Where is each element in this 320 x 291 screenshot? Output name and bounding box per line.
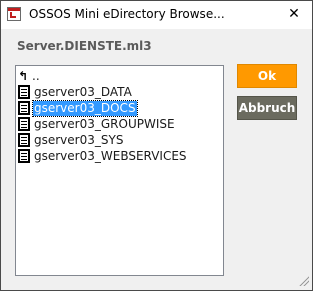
up-folder-icon: ↰ bbox=[18, 69, 29, 83]
close-button[interactable]: ✕ bbox=[283, 5, 305, 23]
dialog-window: OSSOS Mini eDirectory Browse... ✕ Server… bbox=[0, 0, 313, 291]
cancel-button[interactable]: Abbruch bbox=[237, 96, 297, 120]
volume-icon bbox=[18, 149, 30, 163]
list-item-selected[interactable]: gserver03_DOCS bbox=[18, 99, 138, 117]
ok-button[interactable]: Ok bbox=[237, 64, 297, 88]
list-item-label: gserver03_WEBSERVICES bbox=[34, 148, 187, 163]
list-item[interactable]: gserver03_WEBSERVICES bbox=[18, 148, 188, 164]
volume-icon bbox=[18, 133, 30, 147]
volume-icon bbox=[18, 101, 30, 115]
resize-grip[interactable] bbox=[297, 274, 309, 286]
list-item-label: gserver03_DOCS bbox=[32, 99, 138, 117]
list-item[interactable]: gserver03_SYS bbox=[18, 132, 124, 148]
app-icon bbox=[7, 7, 21, 21]
list-item-label: .. bbox=[32, 68, 40, 83]
directory-listbox[interactable]: ↰ .. gserver03_DATA gserver03_DOCS gserv… bbox=[15, 65, 224, 276]
list-item[interactable]: gserver03_GROUPWISE bbox=[18, 116, 176, 132]
list-item-label: gserver03_DATA bbox=[34, 84, 132, 99]
list-item-parent[interactable]: ↰ .. bbox=[18, 68, 41, 84]
title-bar[interactable]: OSSOS Mini eDirectory Browse... ✕ bbox=[1, 1, 312, 29]
window-title: OSSOS Mini eDirectory Browse... bbox=[29, 7, 225, 21]
list-item-label: gserver03_GROUPWISE bbox=[34, 116, 175, 131]
list-item-label: gserver03_SYS bbox=[34, 132, 124, 147]
volume-icon bbox=[18, 85, 30, 99]
server-label: Server.DIENSTE.ml3 bbox=[17, 39, 152, 53]
volume-icon bbox=[18, 117, 30, 131]
list-item[interactable]: gserver03_DATA bbox=[18, 84, 133, 100]
